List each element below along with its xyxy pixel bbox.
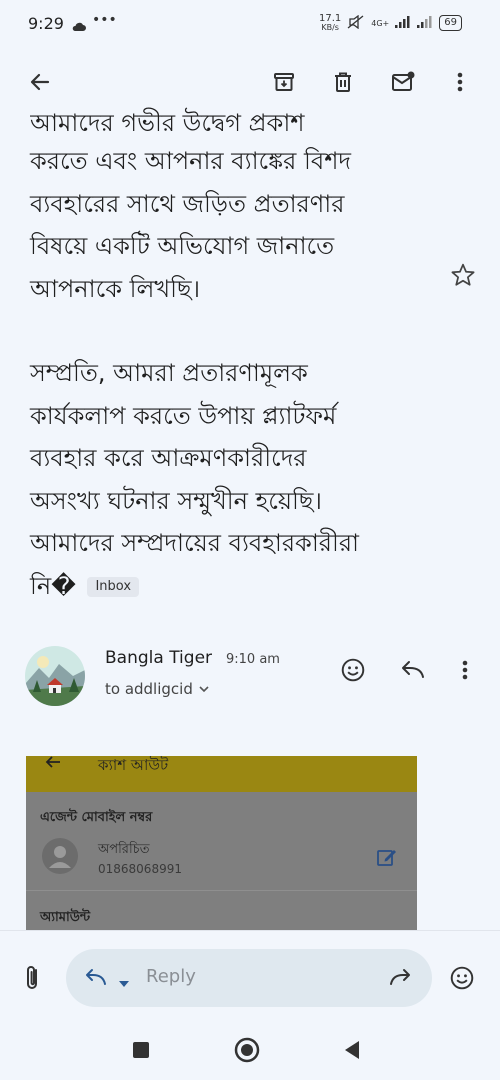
signal-2-icon — [417, 15, 433, 31]
attachment-clip-icon[interactable] — [22, 964, 44, 996]
more-notifications-icon: ••• — [92, 12, 117, 28]
sender-time: 9:10 am — [226, 652, 280, 667]
network-type: 4G+ — [371, 18, 390, 28]
message-more-icon[interactable] — [451, 656, 479, 684]
reply-mode-dropdown-icon[interactable] — [118, 973, 130, 992]
body-paragraph-2: সম্প্রতি, আমরা প্রতারণামূলক কার্যকলাপ কর… — [30, 352, 470, 607]
status-icons: 17.1 KB/s 4G+ 69 — [319, 14, 462, 32]
system-nav-bar — [0, 1020, 500, 1080]
attachment-back-icon — [44, 756, 62, 774]
body-line: আমাদের গভীর উদ্বেগ প্রকাশ — [30, 109, 305, 137]
contact-phone: 01868068991 — [98, 862, 182, 876]
body-line-last: নি� Inbox — [30, 565, 470, 608]
archive-icon[interactable] — [266, 64, 302, 100]
amount-label: অ্যামাউন্ট — [40, 910, 91, 925]
contact-avatar-icon — [42, 838, 78, 874]
sender-avatar[interactable] — [25, 646, 85, 706]
contact-name: অপরিচিত — [98, 842, 150, 857]
mute-icon — [347, 14, 365, 32]
recents-icon[interactable] — [132, 1041, 150, 1063]
divider — [26, 890, 417, 891]
system-back-icon[interactable] — [343, 1040, 361, 1064]
status-bar: 9:29 ••• 17.1 KB/s 4G+ 69 — [0, 0, 500, 48]
body-paragraph-1: আমাদের গভীর উদ্বেগ প্রকাশ করতে এবং আপনার… — [30, 102, 470, 310]
cloud-icon — [72, 17, 86, 36]
attachment-header-bar: ক্যাশ আউট — [26, 756, 417, 792]
body-line: বিষয়ে একটি অভিযোগ জানাতে — [30, 232, 335, 260]
reply-pill[interactable]: Reply — [66, 949, 432, 1007]
body-line: আপনাকে লিখছি। — [30, 274, 201, 303]
sender-name[interactable]: Bangla Tiger — [105, 648, 212, 668]
emoji-icon[interactable] — [449, 965, 475, 995]
body-line: অসংখ্য ঘটনার সম্মুখীন হয়েছি। — [30, 486, 322, 515]
more-vert-icon[interactable] — [442, 64, 478, 100]
recipients-text: to addligcid — [105, 680, 193, 698]
reply-placeholder[interactable]: Reply — [146, 966, 196, 987]
body-line: ব্যবহারের সাথে জড়িত প্রতারণার — [30, 189, 345, 218]
email-body: আমাদের গভীর উদ্বেগ প্রকাশ করতে এবং আপনার… — [30, 102, 470, 607]
forward-icon[interactable] — [388, 967, 412, 991]
body-line: ব্যবহার করে আক্রমণকারীদের — [30, 444, 307, 472]
agent-number-label: এজেন্ট মোবাইল নম্বর — [40, 810, 153, 825]
battery-indicator: 69 — [439, 15, 462, 31]
reply-icon[interactable] — [399, 656, 427, 684]
recipients-toggle[interactable]: to addligcid — [105, 680, 210, 698]
delete-icon[interactable] — [325, 64, 361, 100]
edit-icon — [376, 846, 398, 872]
inbox-label-chip[interactable]: Inbox — [87, 576, 140, 597]
body-line: আমাদের সম্প্রদায়ের ব্যবহারকারীরা — [30, 529, 360, 557]
body-line: কার্যকলাপ করতে উপায় প্ল্যাটফর্ম — [30, 401, 337, 430]
body-line: নি� — [30, 571, 76, 600]
attachment-title: ক্যাশ আউট — [98, 756, 169, 774]
home-icon[interactable] — [234, 1037, 260, 1067]
body-line: করতে এবং আপনার ব্যাঙ্কের বিশদ — [30, 147, 352, 175]
back-arrow-icon[interactable] — [22, 64, 58, 100]
mark-unread-icon[interactable] — [385, 64, 421, 100]
chevron-down-icon — [198, 680, 210, 698]
status-time: 9:29 — [28, 14, 64, 33]
attached-screenshot[interactable]: ক্যাশ আউট এজেন্ট মোবাইল নম্বর অপরিচিত 01… — [26, 756, 417, 930]
body-line: সম্প্রতি, আমরা প্রতারণামূলক — [30, 359, 308, 387]
reply-mode-icon[interactable] — [84, 967, 108, 991]
emoji-react-icon[interactable] — [339, 656, 367, 684]
signal-icon — [395, 15, 411, 31]
star-icon[interactable] — [450, 262, 476, 288]
speed-unit: KB/s — [321, 23, 339, 32]
reply-bar: Reply — [0, 930, 500, 1021]
speed-indicator: 17.1 KB/s — [319, 14, 341, 33]
sender-row[interactable]: Bangla Tiger 9:10 am to addligcid — [0, 640, 500, 720]
